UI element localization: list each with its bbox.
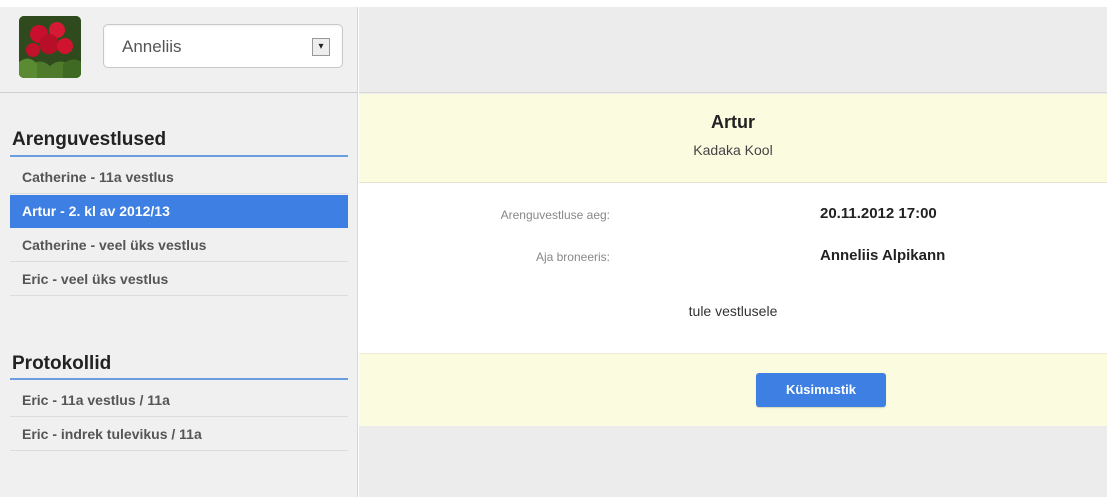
list-item[interactable]: Eric - veel üks vestlus — [10, 263, 348, 296]
main-content: Artur Kadaka Kool Arenguvestluse aeg: 20… — [359, 7, 1107, 497]
list-item[interactable]: Catherine - veel üks vestlus — [10, 229, 348, 262]
message-text: tule vestlusele — [688, 303, 778, 319]
list-item[interactable]: Catherine - 11a vestlus — [10, 161, 348, 194]
booker-label: Aja broneeris: — [535, 250, 610, 264]
time-value: 20.11.2012 17:00 — [820, 205, 937, 222]
action-panel: Küsimustik — [359, 353, 1107, 426]
section-divider — [10, 155, 348, 157]
person-header: Artur Kadaka Kool — [359, 94, 1107, 183]
school-name: Kadaka Kool — [693, 142, 773, 158]
section-title-protokollid: Protokollid — [12, 353, 112, 374]
person-name: Artur — [711, 112, 755, 132]
list-item[interactable]: Eric - indrek tulevikus / 11a — [10, 418, 348, 451]
time-label: Arenguvestluse aeg: — [500, 208, 610, 222]
section-title-arenguvestlused: Arenguvestlused — [12, 129, 167, 150]
avatar[interactable] — [19, 16, 81, 78]
sidebar: Anneliis ▾ Arenguvestlused Catherine - 1… — [0, 7, 358, 497]
user-select[interactable]: Anneliis ▾ — [103, 24, 343, 68]
sidebar-header: Anneliis ▾ — [0, 7, 357, 93]
section-divider — [10, 378, 348, 380]
booker-value: Anneliis Alpikann — [820, 247, 946, 264]
list-item-selected[interactable]: Artur - 2. kl av 2012/13 — [10, 195, 348, 228]
details-panel: Arenguvestluse aeg: 20.11.2012 17:00 Aja… — [359, 183, 1107, 353]
questionnaire-button[interactable]: Küsimustik — [756, 373, 886, 407]
main-toolbar — [359, 7, 1107, 93]
flower-photo-icon — [19, 16, 81, 78]
list-item[interactable]: Eric - 11a vestlus / 11a — [10, 384, 348, 417]
window-top-edge — [0, 0, 1107, 7]
user-select-value: Anneliis — [122, 37, 182, 56]
chevron-down-icon[interactable]: ▾ — [312, 38, 330, 56]
